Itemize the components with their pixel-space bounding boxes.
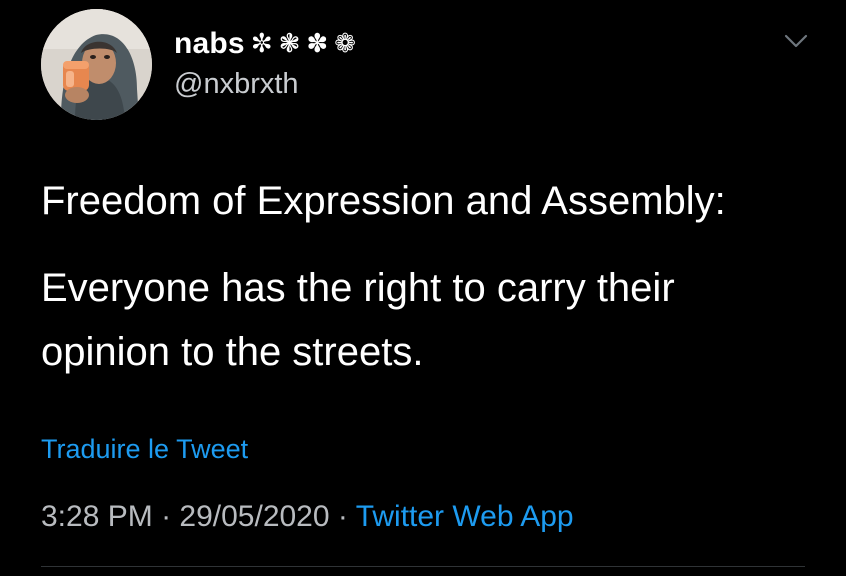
flower-emoji: ❁: [334, 29, 357, 59]
tweet-date[interactable]: 29/05/2020: [179, 500, 329, 533]
flower-emoji: ✼: [250, 29, 273, 59]
avatar-image: [41, 9, 152, 120]
tweet-text-line: opinion to the streets.: [41, 330, 424, 374]
meta-separator: ·: [329, 500, 356, 533]
tweet-source-link[interactable]: Twitter Web App: [356, 500, 574, 533]
display-name-row: nabs ✼ ❃ ✽ ❁: [174, 24, 356, 64]
display-name[interactable]: nabs: [174, 27, 245, 61]
user-handle[interactable]: @nxbrxth: [174, 68, 299, 101]
divider: [41, 566, 805, 567]
avatar[interactable]: [41, 9, 152, 120]
translate-tweet-link[interactable]: Traduire le Tweet: [41, 434, 248, 465]
flower-emoji: ✽: [306, 29, 329, 59]
chevron-down-icon[interactable]: [784, 32, 808, 50]
tweet-meta: 3:28 PM · 29/05/2020 · Twitter Web App: [41, 500, 574, 534]
tweet-time[interactable]: 3:28 PM: [41, 500, 153, 533]
tweet-text-line: Everyone has the right to carry their: [41, 266, 675, 310]
meta-separator: ·: [152, 500, 180, 533]
tweet-text-line: Freedom of Expression and Assembly:: [41, 179, 726, 223]
flower-emoji: ❃: [278, 29, 301, 59]
